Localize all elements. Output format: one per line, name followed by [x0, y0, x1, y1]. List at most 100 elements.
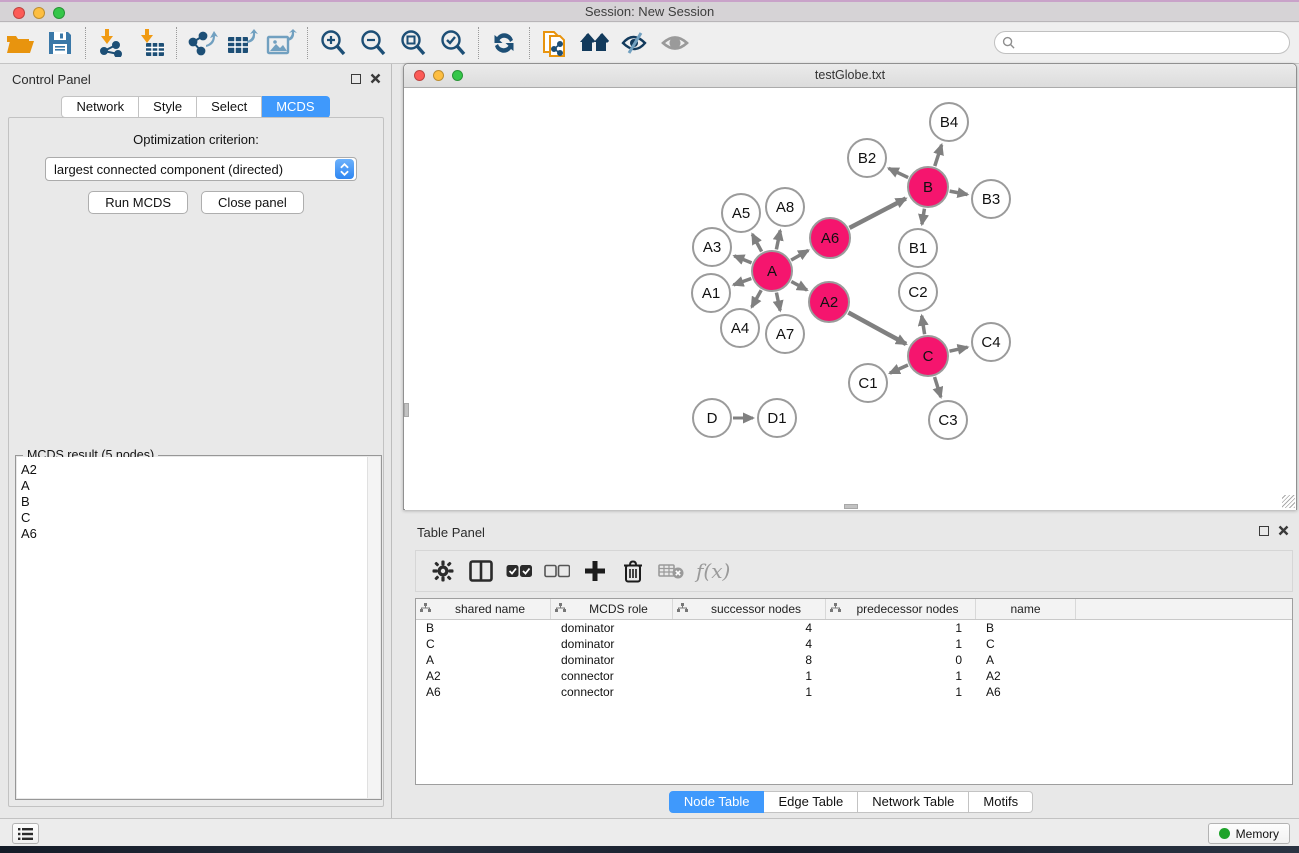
node-B1[interactable]: B1 [898, 228, 938, 268]
duplicate-network-icon[interactable] [535, 26, 575, 60]
edge-C-C4[interactable] [949, 347, 967, 351]
table-row[interactable]: Bdominator41B [416, 620, 1292, 636]
network-vertical-scrollbar[interactable] [404, 403, 409, 417]
node-A5[interactable]: A5 [721, 193, 761, 233]
node-D1[interactable]: D1 [757, 398, 797, 438]
mcds-result-item[interactable]: A6 [17, 526, 367, 542]
toggle-column-panel-icon[interactable] [462, 554, 500, 588]
show-panels-list-button[interactable] [12, 823, 39, 844]
edge-B-B1[interactable] [922, 209, 925, 225]
node-C[interactable]: C [907, 335, 949, 377]
search-field[interactable] [994, 31, 1290, 54]
node-B[interactable]: B [907, 166, 949, 208]
tab-network[interactable]: Network [61, 96, 139, 118]
node-D[interactable]: D [692, 398, 732, 438]
column-header-MCDS-role[interactable]: MCDS role [551, 599, 673, 619]
add-column-icon[interactable] [576, 554, 614, 588]
function-builder-fx-icon[interactable]: f(x) [696, 559, 730, 583]
edge-B-B2[interactable] [889, 168, 908, 177]
node-C1[interactable]: C1 [848, 363, 888, 403]
table-row[interactable]: Adominator80A [416, 652, 1292, 668]
save-session-icon[interactable] [40, 26, 80, 60]
edge-A-A3[interactable] [734, 256, 751, 263]
network-canvas[interactable]: B4B2BB3A8A5A6A3B1AA1C2A2A4A7C4CC1C3DD1 [405, 89, 1296, 510]
mcds-result-list[interactable]: A2ABCA6 [17, 457, 367, 798]
edge-A-A2[interactable] [791, 282, 807, 291]
result-scrollbar[interactable] [367, 457, 380, 798]
zoom-fit-icon[interactable] [393, 26, 433, 60]
node-A2[interactable]: A2 [808, 281, 850, 323]
network-horizontal-scrollbar[interactable] [844, 504, 858, 509]
node-A8[interactable]: A8 [765, 187, 805, 227]
tab-style[interactable]: Style [139, 96, 197, 118]
edge-A-A8[interactable] [776, 231, 780, 250]
close-window-button[interactable] [13, 7, 25, 19]
minimize-network-button[interactable] [433, 70, 444, 81]
edge-B-B4[interactable] [935, 145, 942, 166]
column-header-predecessor-nodes[interactable]: predecessor nodes [826, 599, 976, 619]
edge-C-C1[interactable] [890, 365, 908, 373]
table-row[interactable]: A6connector11A6 [416, 684, 1292, 700]
show-graphics-details-icon[interactable] [655, 26, 695, 60]
network-resize-grip[interactable] [1282, 495, 1295, 508]
edge-A-A1[interactable] [734, 278, 752, 284]
node-C2[interactable]: C2 [898, 272, 938, 312]
edge-A2-C[interactable] [848, 313, 906, 344]
node-A6[interactable]: A6 [809, 217, 851, 259]
close-panel-button[interactable]: Close panel [201, 191, 304, 214]
node-A4[interactable]: A4 [720, 308, 760, 348]
hide-graphics-details-icon[interactable] [615, 26, 655, 60]
node-C3[interactable]: C3 [928, 400, 968, 440]
close-panel-icon[interactable] [370, 73, 381, 84]
tab-network-table[interactable]: Network Table [858, 791, 969, 813]
node-A[interactable]: A [751, 250, 793, 292]
column-header-shared-name[interactable]: shared name [416, 599, 551, 619]
network-window-titlebar[interactable]: testGlobe.txt [404, 64, 1296, 88]
tab-select[interactable]: Select [197, 96, 262, 118]
node-A7[interactable]: A7 [765, 314, 805, 354]
table-row[interactable]: Cdominator41C [416, 636, 1292, 652]
mcds-result-item[interactable]: A2 [17, 462, 367, 478]
home-view-icon[interactable] [575, 26, 615, 60]
node-B3[interactable]: B3 [971, 179, 1011, 219]
close-table-panel-icon[interactable] [1278, 525, 1289, 536]
select-all-checkboxes-icon[interactable] [500, 554, 538, 588]
float-panel-icon[interactable] [351, 74, 361, 84]
mcds-result-item[interactable]: A [17, 478, 367, 494]
zoom-selected-icon[interactable] [433, 26, 473, 60]
criterion-select[interactable]: largest connected component (directed) [45, 157, 357, 181]
edge-C-C3[interactable] [935, 377, 941, 397]
open-session-icon[interactable] [0, 26, 40, 60]
minimize-window-button[interactable] [33, 7, 45, 19]
search-input[interactable] [1019, 36, 1289, 50]
edge-B-B3[interactable] [950, 191, 968, 194]
export-network-icon[interactable] [182, 26, 222, 60]
zoom-in-icon[interactable] [313, 26, 353, 60]
run-mcds-button[interactable]: Run MCDS [88, 191, 188, 214]
float-table-panel-icon[interactable] [1259, 526, 1269, 536]
edge-A-A6[interactable] [791, 250, 808, 260]
table-settings-gear-icon[interactable] [424, 554, 462, 588]
edge-A-A5[interactable] [752, 234, 761, 251]
edge-A-A4[interactable] [752, 290, 761, 307]
delete-table-icon[interactable] [652, 554, 690, 588]
zoom-network-button[interactable] [452, 70, 463, 81]
import-table-icon[interactable] [131, 26, 171, 60]
mcds-result-item[interactable]: C [17, 510, 367, 526]
node-C4[interactable]: C4 [971, 322, 1011, 362]
zoom-window-button[interactable] [53, 7, 65, 19]
column-header-successor-nodes[interactable]: successor nodes [673, 599, 826, 619]
memory-button[interactable]: Memory [1208, 823, 1290, 844]
edge-A-A7[interactable] [776, 293, 780, 311]
node-A3[interactable]: A3 [692, 227, 732, 267]
tab-edge-table[interactable]: Edge Table [764, 791, 858, 813]
export-table-icon[interactable] [222, 26, 262, 60]
node-A1[interactable]: A1 [691, 273, 731, 313]
deselect-all-checkboxes-icon[interactable] [538, 554, 576, 588]
zoom-out-icon[interactable] [353, 26, 393, 60]
node-B2[interactable]: B2 [847, 138, 887, 178]
column-header-name[interactable]: name [976, 599, 1076, 619]
export-image-icon[interactable] [262, 26, 302, 60]
edge-A6-B[interactable] [850, 199, 906, 228]
edge-C-C2[interactable] [922, 316, 925, 335]
